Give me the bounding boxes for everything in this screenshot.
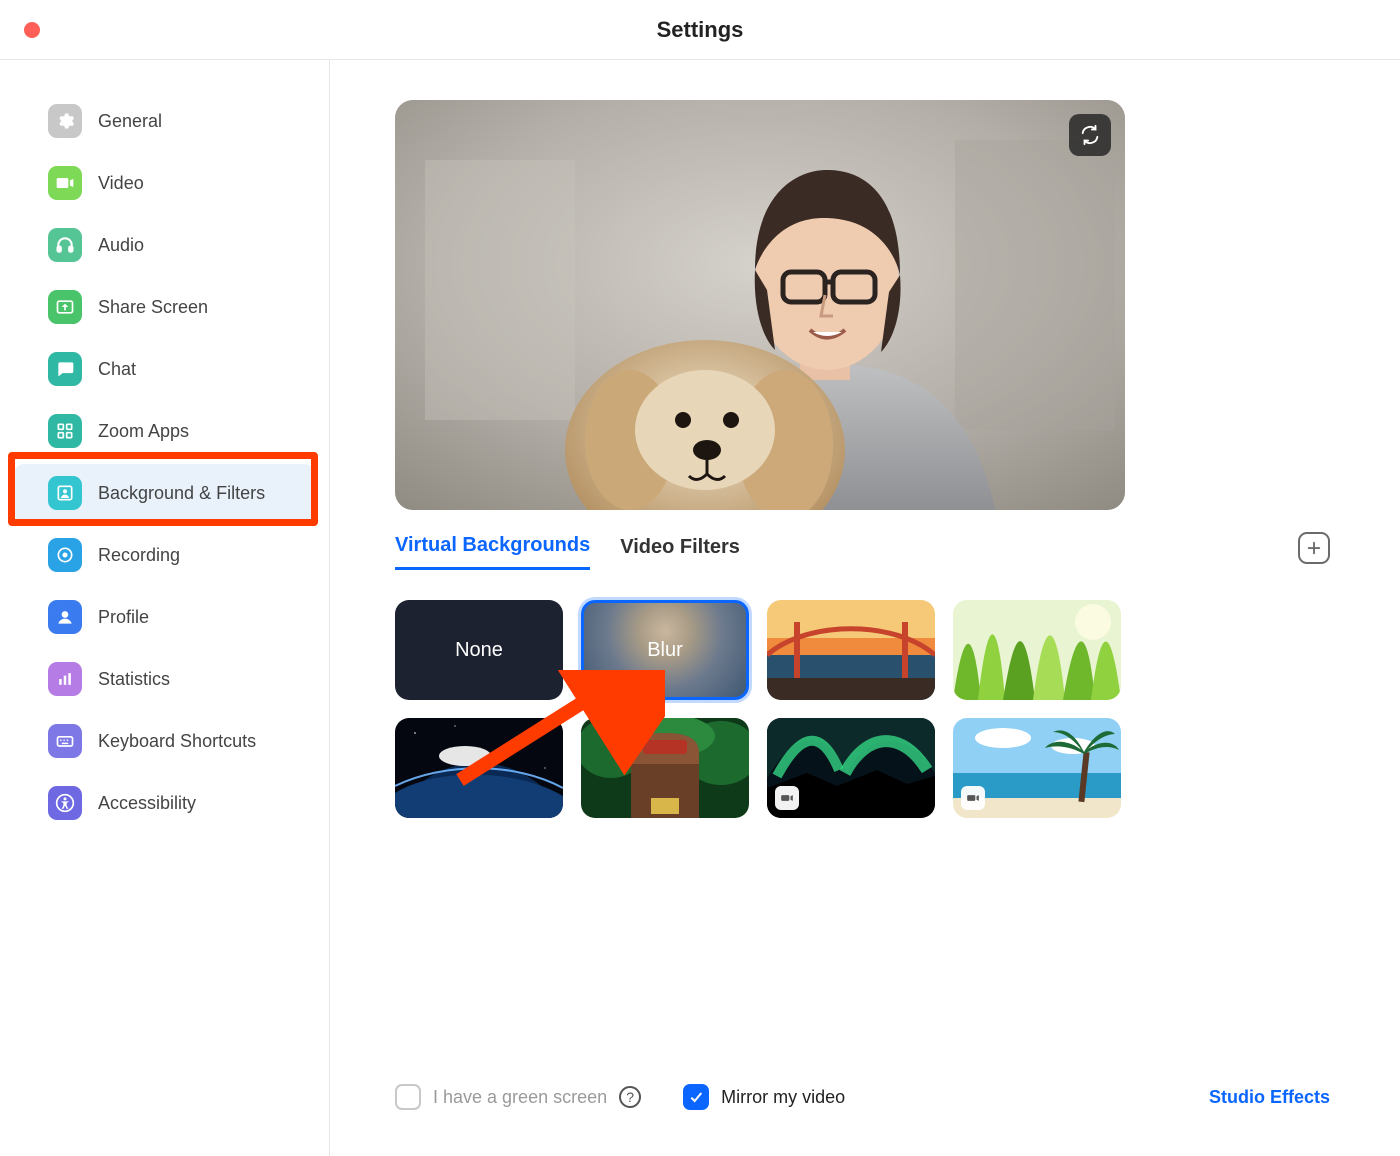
- video-icon: [775, 786, 799, 810]
- bg-tile-aurora[interactable]: [767, 718, 935, 818]
- bg-tile-earth[interactable]: [395, 718, 563, 818]
- keyboard-icon: [48, 724, 82, 758]
- bg-tabs: Virtual Backgrounds Video Filters: [395, 534, 1330, 570]
- close-window-button[interactable]: [24, 22, 40, 38]
- bg-tile-blur[interactable]: Blur: [581, 600, 749, 700]
- stats-icon: [48, 662, 82, 696]
- settings-sidebar: General Video Audio Share Screen: [0, 60, 330, 1156]
- sidebar-item-general[interactable]: General: [14, 92, 315, 150]
- bg-tile-bridge[interactable]: [767, 600, 935, 700]
- sidebar-item-label: Keyboard Shortcuts: [98, 731, 256, 752]
- chat-icon: [48, 352, 82, 386]
- titlebar: Settings: [0, 0, 1400, 60]
- sidebar-item-zoom-apps[interactable]: Zoom Apps: [14, 402, 315, 460]
- bg-tile-none[interactable]: None: [395, 600, 563, 700]
- background-grid: None Blur: [395, 600, 1330, 818]
- bgfilters-icon: [48, 476, 82, 510]
- green-screen-label: I have a green screen: [433, 1087, 607, 1108]
- sidebar-item-accessibility[interactable]: Accessibility: [14, 774, 315, 832]
- sidebar-item-label: Accessibility: [98, 793, 196, 814]
- video-icon: [961, 786, 985, 810]
- mirror-video-label: Mirror my video: [721, 1087, 845, 1108]
- apps-icon: [48, 414, 82, 448]
- sidebar-item-keyboard-shortcuts[interactable]: Keyboard Shortcuts: [14, 712, 315, 770]
- headphones-icon: [48, 228, 82, 262]
- sidebar-item-label: Audio: [98, 235, 144, 256]
- tab-virtual-backgrounds[interactable]: Virtual Backgrounds: [395, 534, 590, 570]
- sidebar-item-label: Recording: [98, 545, 180, 566]
- sidebar-item-label: Profile: [98, 607, 149, 628]
- record-icon: [48, 538, 82, 572]
- sidebar-item-label: Zoom Apps: [98, 421, 189, 442]
- profile-icon: [48, 600, 82, 634]
- sidebar-item-statistics[interactable]: Statistics: [14, 650, 315, 708]
- bg-tile-grass[interactable]: [953, 600, 1121, 700]
- bg-tile-label: Blur: [647, 639, 683, 662]
- sidebar-item-background-filters[interactable]: Background & Filters: [14, 464, 315, 522]
- bg-tile-label: None: [455, 639, 503, 662]
- video-preview: [395, 100, 1125, 510]
- rotate-camera-button[interactable]: [1069, 114, 1111, 156]
- sidebar-item-video[interactable]: Video: [14, 154, 315, 212]
- main-panel: Virtual Backgrounds Video Filters None B…: [330, 60, 1400, 1156]
- sidebar-item-chat[interactable]: Chat: [14, 340, 315, 398]
- gear-icon: [48, 104, 82, 138]
- help-icon[interactable]: ?: [619, 1086, 641, 1108]
- bg-tile-beach[interactable]: [953, 718, 1121, 818]
- window-title: Settings: [0, 17, 1400, 43]
- sidebar-item-share-screen[interactable]: Share Screen: [14, 278, 315, 336]
- sidebar-item-audio[interactable]: Audio: [14, 216, 315, 274]
- accessibility-icon: [48, 786, 82, 820]
- share-icon: [48, 290, 82, 324]
- green-screen-checkbox[interactable]: [395, 1084, 421, 1110]
- mirror-video-checkbox[interactable]: [683, 1084, 709, 1110]
- sidebar-item-label: Statistics: [98, 669, 170, 690]
- sidebar-item-label: Share Screen: [98, 297, 208, 318]
- sidebar-item-profile[interactable]: Profile: [14, 588, 315, 646]
- sidebar-item-label: Background & Filters: [98, 483, 265, 504]
- sidebar-item-label: General: [98, 111, 162, 132]
- add-background-button[interactable]: [1298, 532, 1330, 564]
- footer-row: I have a green screen ? Mirror my video …: [395, 1084, 1330, 1110]
- video-icon: [48, 166, 82, 200]
- sidebar-item-label: Video: [98, 173, 144, 194]
- studio-effects-link[interactable]: Studio Effects: [1209, 1087, 1330, 1108]
- tab-video-filters[interactable]: Video Filters: [620, 536, 740, 569]
- bg-tile-jungle[interactable]: [581, 718, 749, 818]
- sidebar-item-label: Chat: [98, 359, 136, 380]
- sidebar-item-recording[interactable]: Recording: [14, 526, 315, 584]
